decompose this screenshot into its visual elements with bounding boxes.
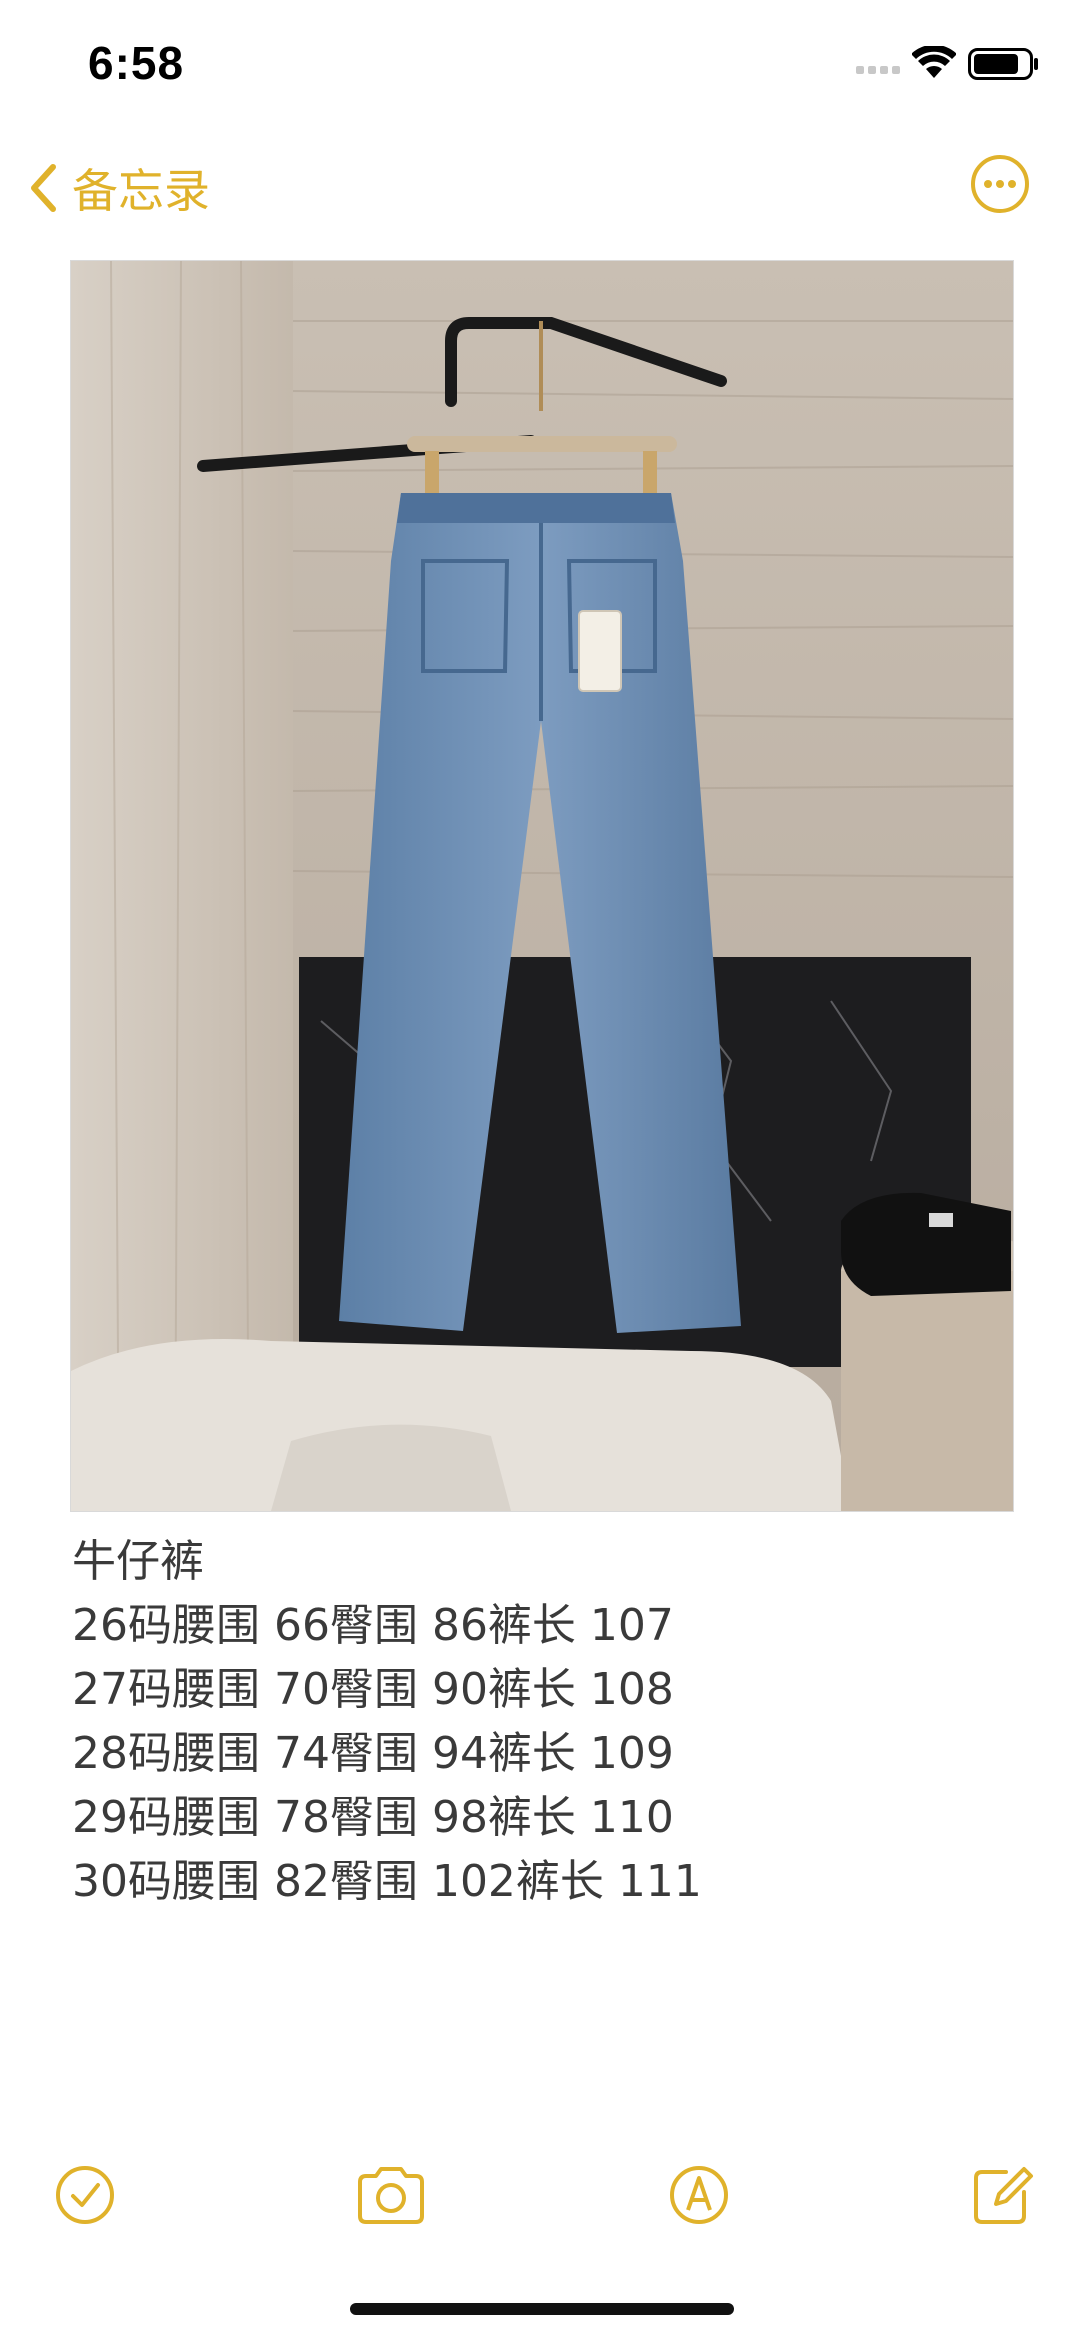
- back-button[interactable]: 备忘录: [28, 158, 210, 218]
- note-line: 27码腰围 70臀围 90裤长 108: [72, 1664, 674, 1715]
- note-body[interactable]: 牛仔裤 26码腰围 66臀围 86裤长 107 27码腰围 70臀围 90裤长 …: [72, 1530, 1002, 1914]
- more-options-button[interactable]: [968, 152, 1032, 216]
- note-line: 26码腰围 66臀围 86裤长 107: [72, 1600, 674, 1651]
- status-time: 6:58: [88, 37, 185, 89]
- home-indicator[interactable]: [350, 2303, 734, 2315]
- wifi-icon: [912, 46, 956, 78]
- status-bar: 6:58: [0, 0, 1080, 130]
- chevron-left-icon: [31, 164, 56, 212]
- bottom-toolbar: [0, 2150, 1080, 2240]
- camera-icon[interactable]: [354, 2160, 428, 2230]
- battery-icon: [968, 48, 1038, 80]
- note-line: 30码腰围 82臀围 102裤长 111: [72, 1856, 702, 1907]
- back-label: 备忘录: [72, 164, 210, 218]
- cellular-signal-icon: [856, 66, 900, 74]
- note-title-line: 牛仔裤: [72, 1536, 204, 1587]
- compose-icon[interactable]: [966, 2160, 1036, 2230]
- jeans-photo-illustration: [71, 261, 1013, 1511]
- note-line: 28码腰围 74臀围 94裤长 109: [72, 1728, 674, 1779]
- checklist-icon[interactable]: [50, 2160, 120, 2230]
- markup-icon[interactable]: [664, 2160, 734, 2230]
- note-photo[interactable]: [70, 260, 1014, 1512]
- note-line: 29码腰围 78臀围 98裤长 110: [72, 1792, 674, 1843]
- nav-bar: 备忘录: [0, 140, 1080, 230]
